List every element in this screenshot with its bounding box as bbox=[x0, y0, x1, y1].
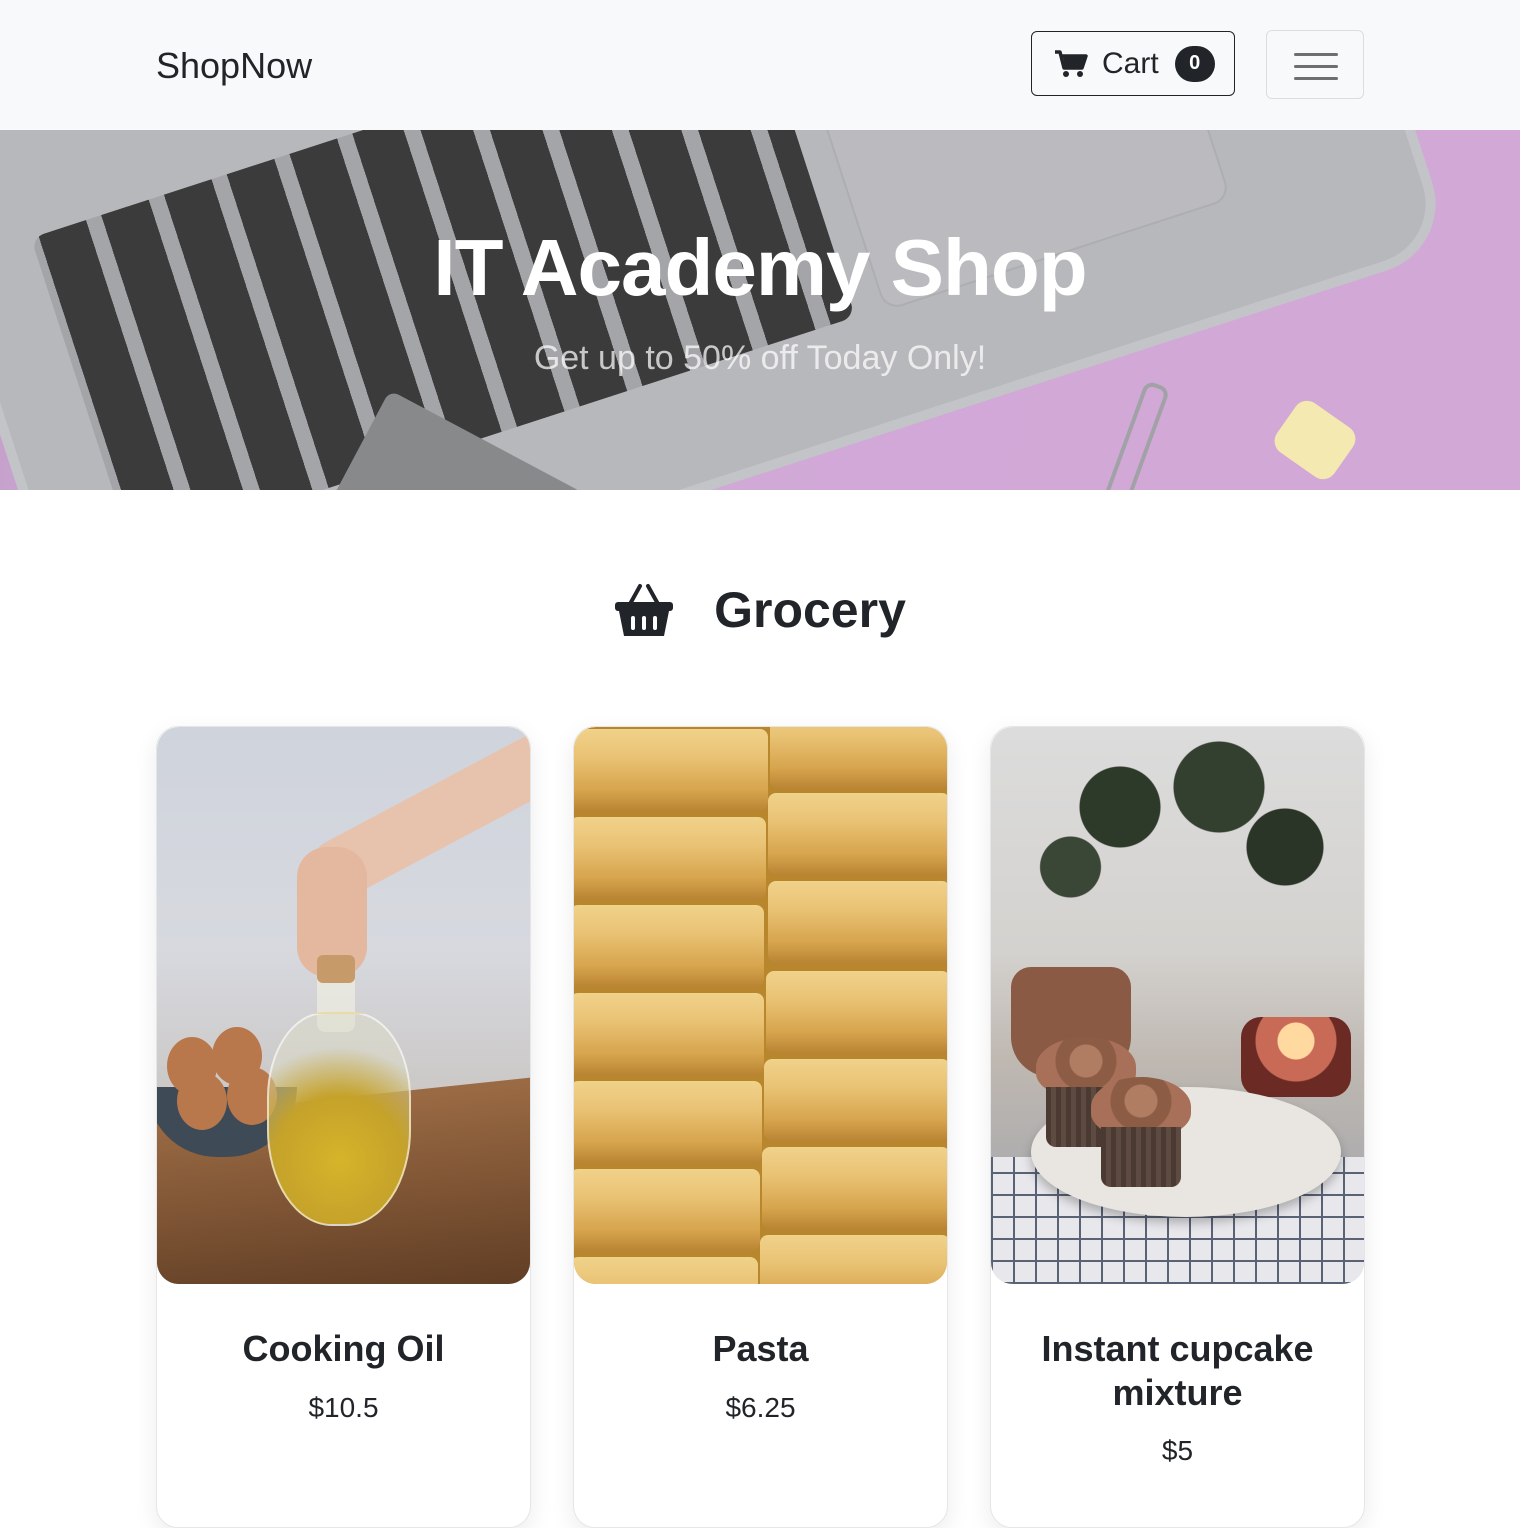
menu-toggle-button[interactable] bbox=[1266, 30, 1364, 99]
product-image-cupcake bbox=[991, 727, 1364, 1284]
brand-link[interactable]: ShopNow bbox=[156, 44, 312, 88]
product-card[interactable]: Cooking Oil $10.5 bbox=[156, 726, 531, 1528]
product-name: Cooking Oil bbox=[242, 1328, 445, 1369]
product-price: $5 bbox=[1161, 1435, 1194, 1466]
hero-title: IT Academy Shop bbox=[433, 223, 1087, 312]
product-name: Pasta bbox=[712, 1328, 809, 1369]
product-name: Instant cupcake mixture bbox=[1041, 1328, 1314, 1413]
product-image-cooking-oil bbox=[157, 727, 530, 1284]
product-price: $6.25 bbox=[725, 1392, 796, 1423]
product-price: $10.5 bbox=[308, 1392, 379, 1423]
hero-subtitle: Get up to 50% off Today Only! bbox=[533, 339, 987, 377]
basket-icon bbox=[614, 582, 674, 638]
navbar: ShopNow Cart 0 bbox=[0, 0, 1520, 130]
cart-count-badge: 0 bbox=[1174, 45, 1215, 82]
cart-button[interactable]: Cart 0 bbox=[1031, 31, 1235, 96]
product-card[interactable]: Instant cupcake mixture $5 bbox=[990, 726, 1365, 1528]
cart-label: Cart bbox=[1102, 46, 1159, 80]
product-card[interactable]: Pasta $6.25 bbox=[573, 726, 948, 1528]
section-header: Grocery bbox=[0, 578, 1520, 642]
section-title: Grocery bbox=[714, 582, 906, 638]
cart-icon bbox=[1054, 49, 1088, 79]
product-image-pasta bbox=[574, 727, 947, 1284]
hero-banner: IT Academy Shop Get up to 50% off Today … bbox=[0, 130, 1520, 490]
